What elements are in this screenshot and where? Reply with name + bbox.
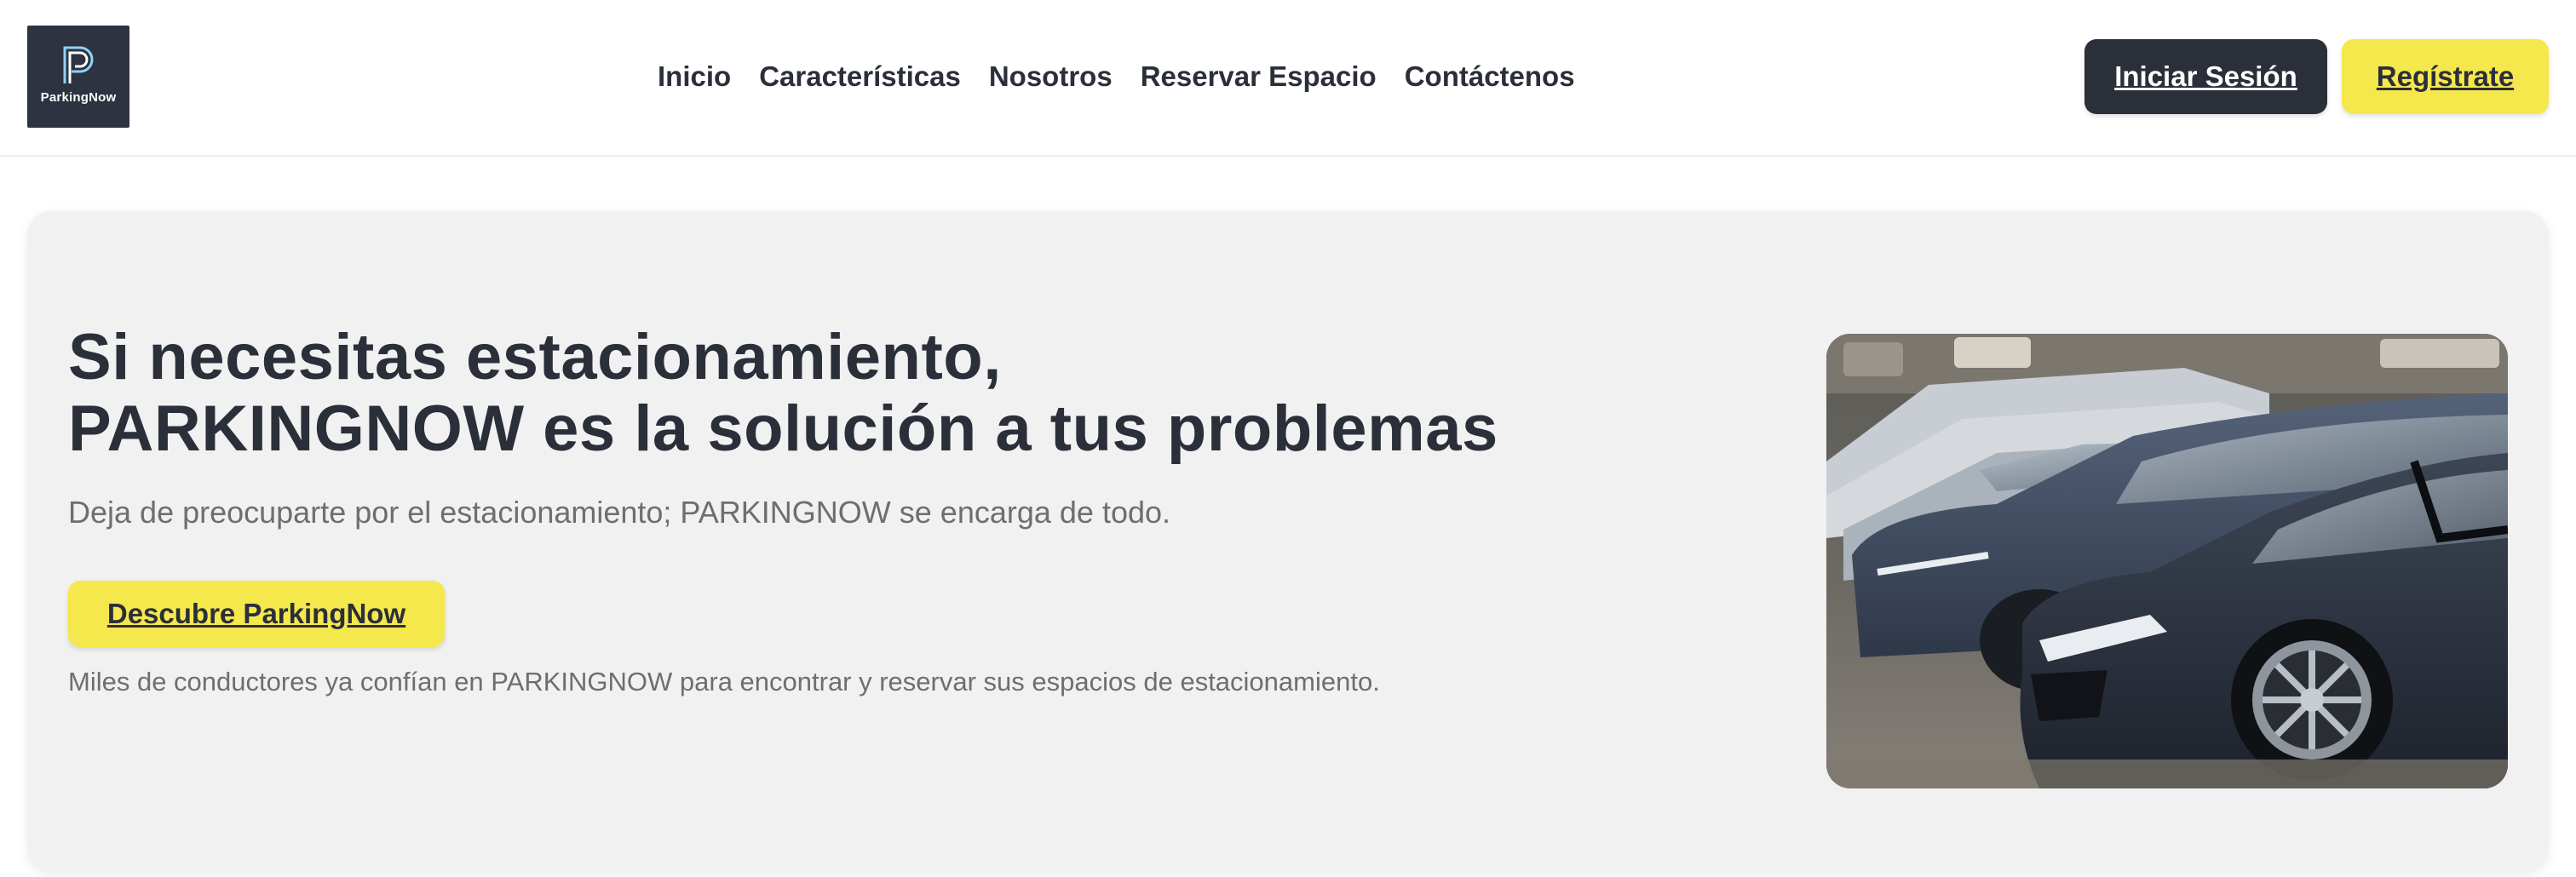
nav-inicio[interactable]: Inicio <box>658 56 731 97</box>
logo-text: ParkingNow <box>40 90 117 105</box>
discover-button[interactable]: Descubre ParkingNow <box>68 581 445 647</box>
nav-reservar-espacio[interactable]: Reservar Espacio <box>1141 56 1377 97</box>
hero-subtitle: Deja de preocuparte por el estacionamien… <box>68 495 1171 530</box>
site-header: ParkingNow Inicio Características Nosotr… <box>0 0 2576 157</box>
hero-title-line2: PARKINGNOW es la solución a tus problema… <box>68 393 1498 465</box>
hero-parked-cars-image <box>1826 334 2508 788</box>
parked-cars-illustration <box>1826 334 2508 788</box>
hero-note: Miles de conductores ya confían en PARKI… <box>68 667 1380 696</box>
nav-caracteristicas[interactable]: Características <box>759 56 961 97</box>
login-button[interactable]: Iniciar Sesión <box>2084 39 2327 114</box>
hero-title: Si necesitas estacionamiento, PARKINGNOW… <box>68 322 1687 465</box>
parking-p-icon <box>63 46 94 83</box>
hero-title-line1: Si necesitas estacionamiento, <box>68 321 1002 393</box>
register-button[interactable]: Regístrate <box>2342 39 2549 114</box>
nav-contactenos[interactable]: Contáctenos <box>1405 56 1575 97</box>
nav-nosotros[interactable]: Nosotros <box>989 56 1113 97</box>
parkingnow-logo[interactable]: ParkingNow <box>27 26 129 128</box>
hero-section: Si necesitas estacionamiento, PARKINGNOW… <box>27 211 2549 872</box>
main-nav: Inicio Características Nosotros Reservar… <box>658 56 1575 97</box>
